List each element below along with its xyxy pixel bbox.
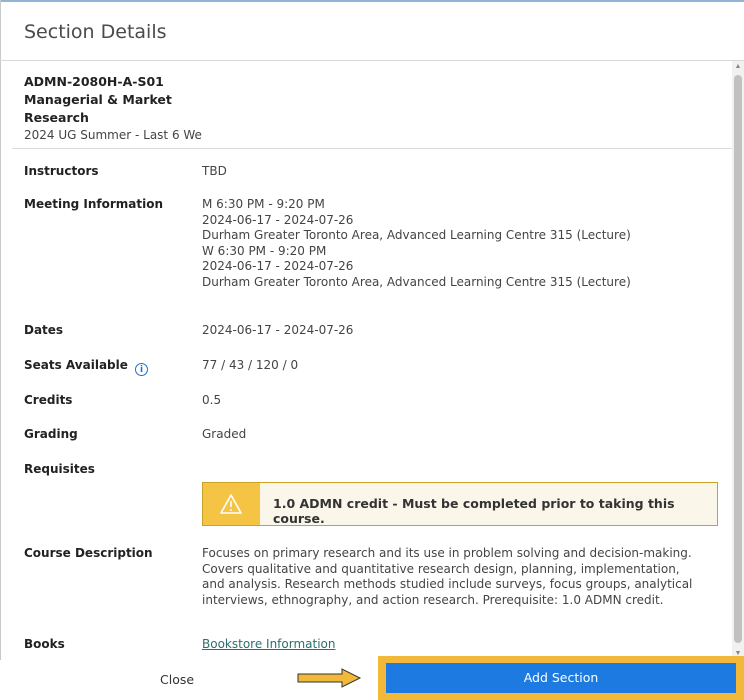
instructors-value: TBD xyxy=(202,164,227,178)
section-divider xyxy=(12,148,732,149)
requisite-message: 1.0 ADMN credit - Must be completed prio… xyxy=(273,496,675,526)
dialog-footer: Close Add Section xyxy=(0,656,744,700)
close-button[interactable]: Close xyxy=(160,672,194,687)
meeting-line: 2024-06-17 - 2024-07-26 xyxy=(202,212,354,227)
course-name-line2: Research xyxy=(24,110,89,125)
instructors-label: Instructors xyxy=(24,164,99,178)
course-name-line1: Managerial & Market xyxy=(24,92,172,107)
vertical-scrollbar[interactable]: ▲ ▼ xyxy=(732,61,744,660)
description-line: Focuses on primary research and its use … xyxy=(202,546,692,560)
warning-icon-panel xyxy=(203,483,260,525)
meeting-line: W 6:30 PM - 9:20 PM xyxy=(202,243,327,258)
course-header: ADMN-2080H-A-S01 Managerial & Market Res… xyxy=(24,73,224,144)
requisites-row: Requisites 1.0 ADMN credit - Must be com… xyxy=(24,462,724,532)
description-value: Focuses on primary research and its use … xyxy=(202,546,722,608)
credits-value: 0.5 xyxy=(202,393,222,407)
dialog-title: Section Details xyxy=(24,21,167,43)
info-icon[interactable]: i xyxy=(135,363,149,376)
scroll-up-icon[interactable]: ▲ xyxy=(734,63,742,71)
seats-label-group: Seats Available i xyxy=(24,358,194,376)
bookstore-link[interactable]: Bookstore Information xyxy=(202,637,336,651)
meeting-value: M 6:30 PM - 9:20 PM 2024-06-17 - 2024-07… xyxy=(202,197,722,290)
grading-label: Grading xyxy=(24,427,78,441)
meeting-line: Durham Greater Toronto Area, Advanced Le… xyxy=(202,274,631,289)
description-line: and analysis. Research methods studied i… xyxy=(202,577,693,591)
books-value: Bookstore Information xyxy=(202,637,722,653)
arrow-right-icon xyxy=(297,668,362,688)
books-label: Books xyxy=(24,637,65,651)
warning-icon xyxy=(220,494,242,514)
add-section-button[interactable]: Add Section xyxy=(386,663,736,693)
grading-value: Graded xyxy=(202,427,247,441)
meeting-label: Meeting Information xyxy=(24,197,164,211)
meeting-line: Durham Greater Toronto Area, Advanced Le… xyxy=(202,228,631,242)
seats-value: 77 / 43 / 120 / 0 xyxy=(202,358,299,372)
seats-label: Seats Available xyxy=(24,358,128,372)
credits-label: Credits xyxy=(24,393,73,407)
dialog-content: ADMN-2080H-A-S01 Managerial & Market Res… xyxy=(0,61,732,660)
requisites-label: Requisites xyxy=(24,462,95,476)
scrollbar-thumb[interactable] xyxy=(734,75,742,643)
meeting-line: M 6:30 PM - 9:20 PM xyxy=(202,197,325,211)
description-line: interviews, ethnography, and action rese… xyxy=(202,592,664,607)
description-line: Covers qualitative and quantitative rese… xyxy=(202,561,680,576)
dialog-header: Section Details xyxy=(0,2,744,61)
requisite-alert: 1.0 ADMN credit - Must be completed prio… xyxy=(202,482,718,526)
dates-label: Dates xyxy=(24,323,64,337)
description-label: Course Description xyxy=(24,546,153,560)
meeting-line: 2024-06-17 - 2024-07-26 xyxy=(202,259,354,273)
dates-value: 2024-06-17 - 2024-07-26 xyxy=(202,323,354,337)
add-section-highlight: Add Section xyxy=(378,656,744,700)
course-term: 2024 UG Summer - Last 6 We xyxy=(24,128,202,142)
course-code: ADMN-2080H-A-S01 xyxy=(24,74,164,89)
